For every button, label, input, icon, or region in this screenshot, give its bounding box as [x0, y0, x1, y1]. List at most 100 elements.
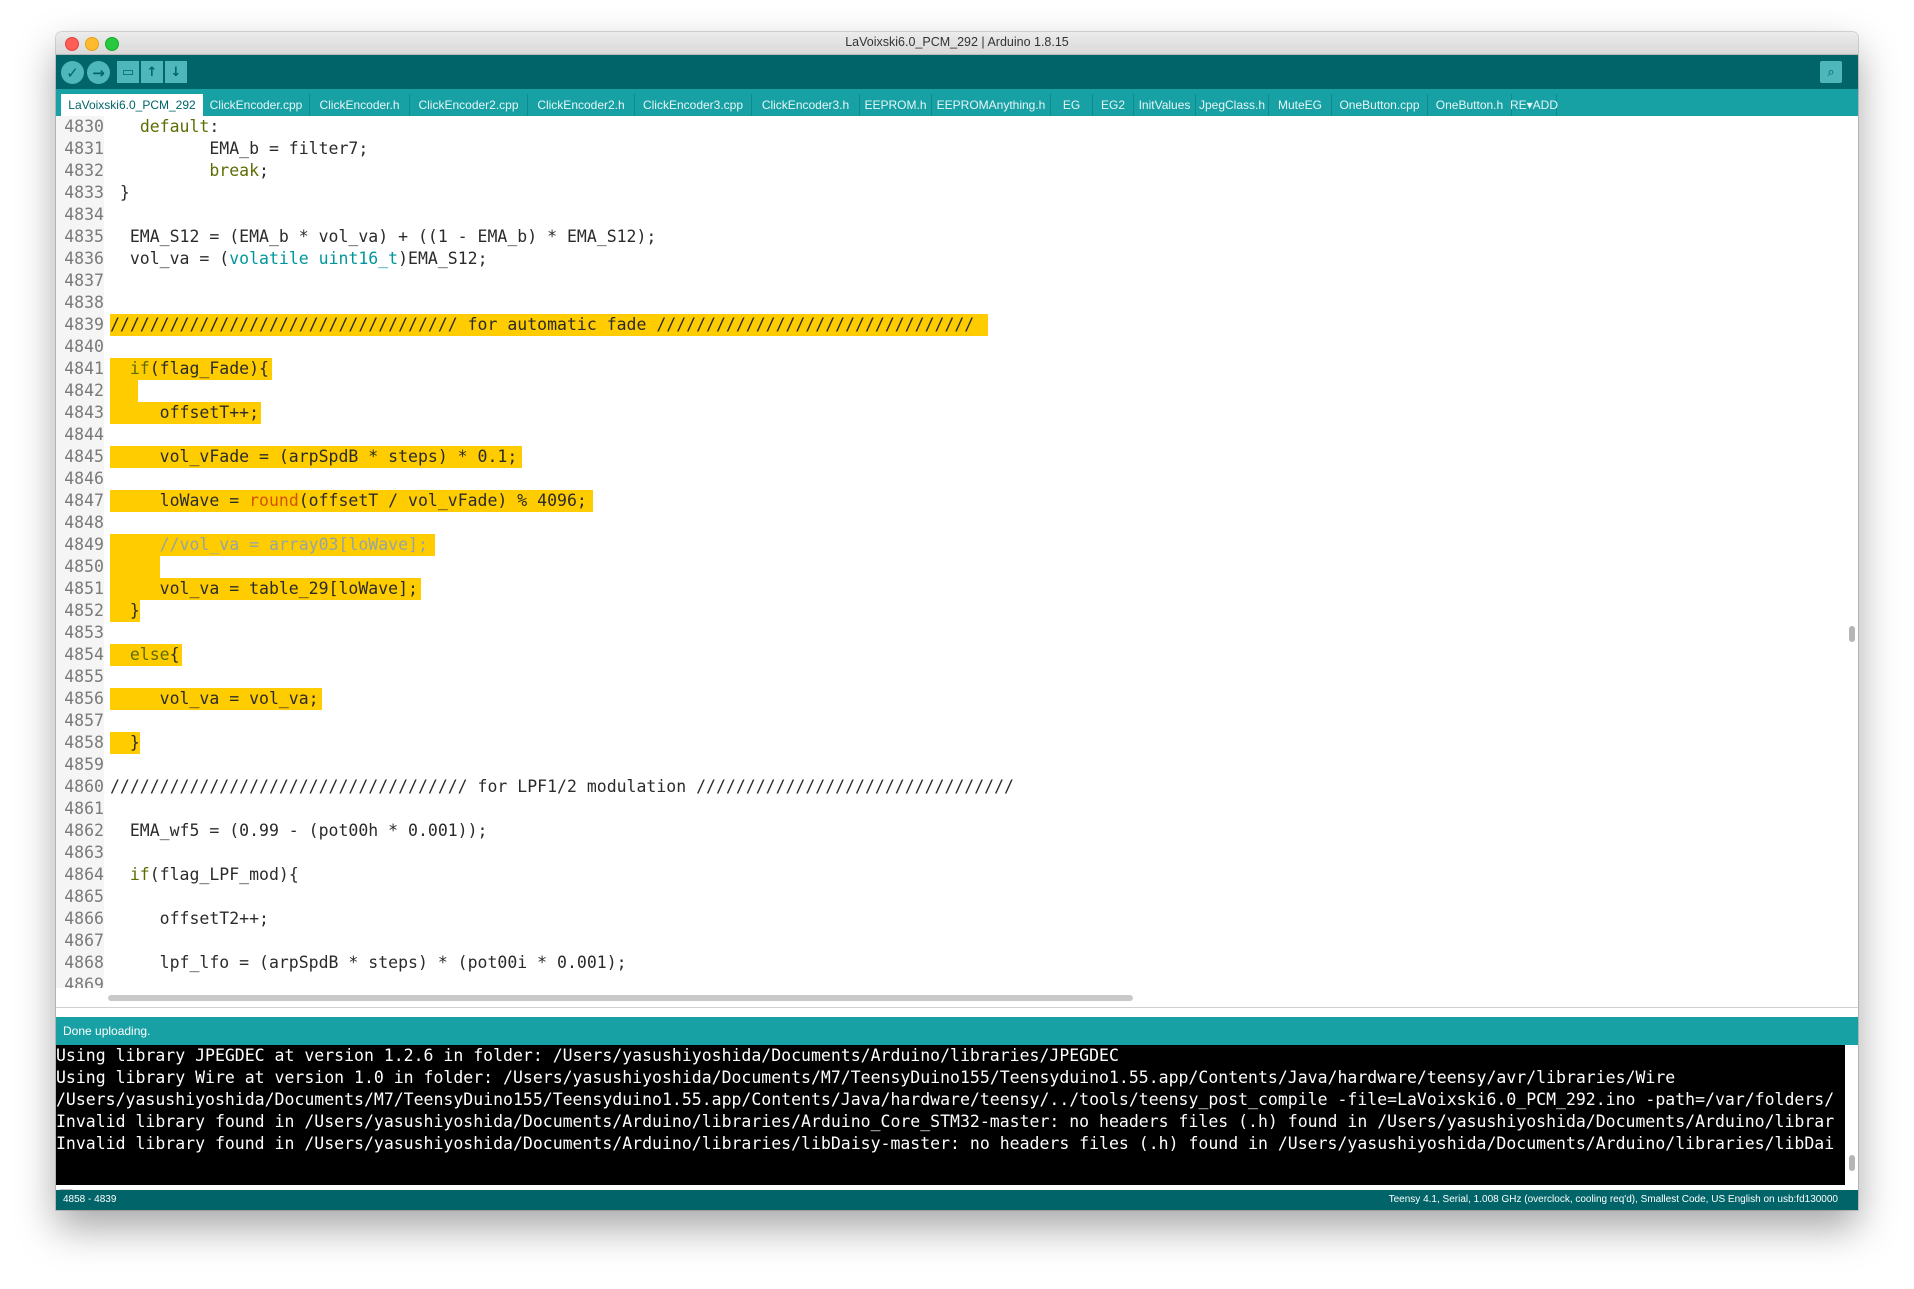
- line-code: }: [110, 733, 140, 752]
- code-line[interactable]: 4843 offsetT++;: [56, 402, 1845, 424]
- code-line[interactable]: 4862 EMA_wf5 = (0.99 - (pot00h * 0.001))…: [56, 820, 1845, 842]
- line-number: 4854: [64, 645, 104, 664]
- line-number: 4866: [64, 909, 104, 928]
- console-line: /Users/yasushiyoshida/Documents/M7/Teens…: [56, 1090, 1835, 1109]
- tab-file[interactable]: ClickEncoder2.h: [528, 94, 635, 116]
- code-line[interactable]: 4861: [56, 798, 1845, 820]
- code-line[interactable]: 4848: [56, 512, 1845, 534]
- board-info: Teensy 4.1, Serial, 1.008 GHz (overclock…: [1388, 1194, 1838, 1205]
- line-number: 4861: [64, 799, 104, 818]
- tab-file[interactable]: ClickEncoder.cpp: [203, 94, 310, 116]
- code-line[interactable]: 4844: [56, 424, 1845, 446]
- code-line[interactable]: 4864 if(flag_LPF_mod){: [56, 864, 1845, 886]
- code-line[interactable]: 4850: [56, 556, 1845, 578]
- line-number: 4852: [64, 601, 104, 620]
- line-code: offsetT++;: [110, 403, 260, 422]
- tab-file[interactable]: ClickEncoder3.cpp: [635, 94, 752, 116]
- console-line: Using library JPEGDEC at version 1.2.6 i…: [56, 1046, 1119, 1065]
- code-line[interactable]: 4846: [56, 468, 1845, 490]
- tab-file[interactable]: ClickEncoder3.h: [752, 94, 860, 116]
- code-line[interactable]: 4838: [56, 292, 1845, 314]
- tab-file[interactable]: RE▾ADD: [1510, 94, 1558, 116]
- code-line[interactable]: 4831 EMA_b = filter7;: [56, 138, 1845, 160]
- window-title: LaVoixski6.0_PCM_292 | Arduino 1.8.15: [845, 35, 1069, 49]
- tab-file[interactable]: OneButton.cpp: [1332, 94, 1428, 116]
- arrow-up-icon: ↑: [146, 64, 158, 80]
- tab-file[interactable]: ClickEncoder.h: [310, 94, 410, 116]
- cursor-line-range: 4858 - 4839: [63, 1194, 117, 1205]
- code-line[interactable]: 4849 //vol_va = array03[loWave];: [56, 534, 1845, 556]
- code-line[interactable]: 4854 else{: [56, 644, 1845, 666]
- code-line[interactable]: 4853: [56, 622, 1845, 644]
- code-line[interactable]: 4841 if(flag_Fade){: [56, 358, 1845, 380]
- verify-button[interactable]: ✓: [61, 61, 84, 84]
- code-line[interactable]: 4859: [56, 754, 1845, 776]
- tab-file[interactable]: JpegClass.h: [1196, 94, 1269, 116]
- code-line[interactable]: 4840: [56, 336, 1845, 358]
- line-number: 4865: [64, 887, 104, 906]
- open-sketch-button[interactable]: ↑: [141, 61, 163, 83]
- tab-file[interactable]: MuteEG: [1269, 94, 1332, 116]
- code-line[interactable]: 4867: [56, 930, 1845, 952]
- tab-file[interactable]: EG: [1051, 94, 1093, 116]
- code-line[interactable]: 4856 vol_va = vol_va;: [56, 688, 1845, 710]
- tab-file[interactable]: ClickEncoder2.cpp: [410, 94, 528, 116]
- tab-file[interactable]: EEPROM.h: [860, 94, 932, 116]
- tab-file[interactable]: OneButton.h: [1428, 94, 1512, 116]
- line-number: 4835: [64, 227, 104, 246]
- line-code: vol_vFade = (arpSpdB * steps) * 0.1;: [110, 447, 518, 466]
- code-line[interactable]: 4869: [56, 974, 1845, 988]
- line-number: 4864: [64, 865, 104, 884]
- line-number: 4838: [64, 293, 104, 312]
- code-line[interactable]: 4836 vol_va = (volatile uint16_t)EMA_S12…: [56, 248, 1845, 270]
- console-vertical-scrollbar[interactable]: [1849, 1155, 1855, 1171]
- tab-file[interactable]: EEPROMAnything.h: [932, 94, 1051, 116]
- line-number: 4860: [64, 777, 104, 796]
- upload-button[interactable]: →: [87, 61, 110, 84]
- code-editor[interactable]: 4830 default: 4831 EMA_b = filter7; 4832 b…: [56, 116, 1845, 988]
- console-output[interactable]: Using library JPEGDEC at version 1.2.6 i…: [56, 1045, 1845, 1185]
- code-line[interactable]: 4857: [56, 710, 1845, 732]
- code-line[interactable]: 4858 }: [56, 732, 1845, 754]
- code-line[interactable]: 4837: [56, 270, 1845, 292]
- status-bar: Done uploading.: [56, 1017, 1858, 1045]
- new-sketch-button[interactable]: ▭: [117, 61, 139, 83]
- code-line[interactable]: 4835 EMA_S12 = (EMA_b * vol_va) + ((1 - …: [56, 226, 1845, 248]
- editor-vertical-scrollbar[interactable]: [1849, 626, 1855, 642]
- code-line[interactable]: 4866 offsetT2++;: [56, 908, 1845, 930]
- line-number: 4851: [64, 579, 104, 598]
- tab-file[interactable]: InitValues: [1134, 94, 1196, 116]
- code-line[interactable]: 4845 vol_vFade = (arpSpdB * steps) * 0.1…: [56, 446, 1845, 468]
- code-line[interactable]: 4842: [56, 380, 1845, 402]
- serial-monitor-button[interactable]: ⌕: [1820, 61, 1842, 83]
- code-line[interactable]: 4833 }: [56, 182, 1845, 204]
- code-line[interactable]: 4851 vol_va = table_29[loWave];: [56, 578, 1845, 600]
- code-line[interactable]: 4847 loWave = round(offsetT / vol_vFade)…: [56, 490, 1845, 512]
- code-line[interactable]: 4832 break;: [56, 160, 1845, 182]
- tab-file[interactable]: EG2: [1093, 94, 1134, 116]
- editor-horizontal-scroll-thumb[interactable]: [108, 995, 1133, 1001]
- code-line[interactable]: 4863: [56, 842, 1845, 864]
- code-line[interactable]: 4868 lpf_lfo = (arpSpdB * steps) * (pot0…: [56, 952, 1845, 974]
- line-number: 4832: [64, 161, 104, 180]
- code-line[interactable]: 4852 }: [56, 600, 1845, 622]
- code-line[interactable]: 4860 ////////////////////////////////////…: [56, 776, 1845, 798]
- line-number: 4867: [64, 931, 104, 950]
- line-number: 4845: [64, 447, 104, 466]
- line-number: 4856: [64, 689, 104, 708]
- line-number: 4837: [64, 271, 104, 290]
- code-line[interactable]: 4855: [56, 666, 1845, 688]
- code-line[interactable]: 4834: [56, 204, 1845, 226]
- title-bar[interactable]: LaVoixski6.0_PCM_292 | Arduino 1.8.15: [56, 32, 1858, 55]
- line-number: 4859: [64, 755, 104, 774]
- line-number: 4844: [64, 425, 104, 444]
- line-number: 4869: [64, 975, 104, 988]
- code-line[interactable]: 4830 default:: [56, 116, 1845, 138]
- editor-horizontal-scrollbar[interactable]: [108, 995, 1848, 1005]
- line-number: 4848: [64, 513, 104, 532]
- code-line[interactable]: 4865: [56, 886, 1845, 908]
- tab-main-sketch[interactable]: LaVoixski6.0_PCM_292: [61, 94, 203, 116]
- code-line[interactable]: 4839 /////////////////////////////////// …: [56, 314, 1845, 336]
- save-sketch-button[interactable]: ↓: [165, 61, 187, 83]
